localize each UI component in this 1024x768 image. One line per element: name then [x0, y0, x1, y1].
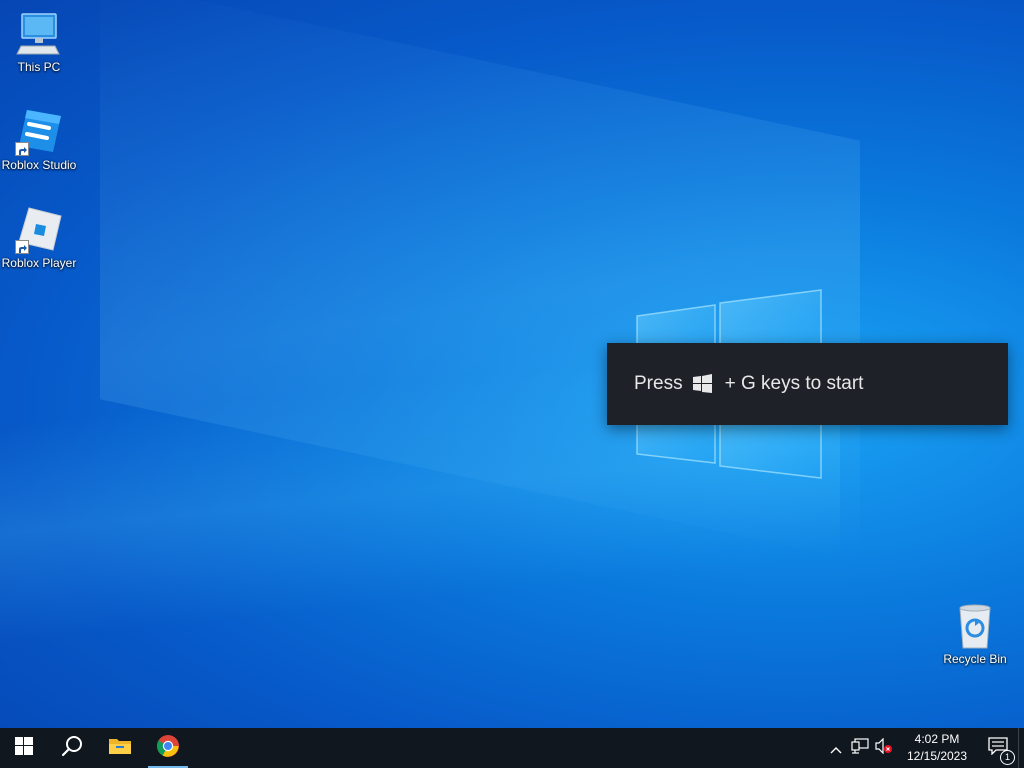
toast-press-text: Press: [634, 373, 683, 394]
toast-instruction-text: + G keys to start: [724, 373, 864, 394]
desktop-icon-label: Roblox Player: [1, 256, 77, 270]
roblox-player-icon: [15, 206, 63, 254]
network-icon: [851, 738, 869, 758]
volume-button[interactable]: [872, 728, 896, 768]
clock-time: 4:02 PM: [914, 732, 960, 746]
notifications-button[interactable]: 1: [978, 728, 1018, 768]
clock-button[interactable]: 4:02 PM 12/15/2023: [896, 731, 978, 765]
show-desktop-button[interactable]: [1018, 728, 1024, 768]
search-button[interactable]: [48, 728, 96, 768]
clock-date: 12/15/2023: [906, 749, 968, 763]
game-bar-toast: Press + G keys to start: [607, 343, 1008, 425]
desktop-icon-roblox-player[interactable]: Roblox Player: [0, 206, 79, 270]
shortcut-arrow-icon: [15, 240, 29, 254]
roblox-studio-icon: [15, 108, 63, 156]
chrome-icon: [156, 734, 180, 762]
desktop: This PC Roblox Studio Roblox Player Recy…: [0, 0, 1024, 728]
desktop-icon-recycle-bin[interactable]: Recycle Bin: [935, 602, 1015, 666]
recycle-bin-icon: [951, 602, 999, 650]
show-hidden-icons-button[interactable]: [824, 728, 848, 768]
shortcut-arrow-icon: [15, 142, 29, 156]
chevron-up-icon: [830, 739, 842, 758]
notification-count-badge: 1: [1000, 750, 1015, 765]
network-button[interactable]: [848, 728, 872, 768]
start-button[interactable]: [0, 728, 48, 768]
search-icon: [61, 735, 83, 761]
system-tray: 4:02 PM 12/15/2023 1: [824, 728, 1024, 768]
chrome-taskbar-button[interactable]: [144, 728, 192, 768]
desktop-icon-roblox-studio[interactable]: Roblox Studio: [0, 108, 79, 172]
file-explorer-button[interactable]: [96, 728, 144, 768]
start-icon: [15, 737, 33, 759]
desktop-icon-this-pc[interactable]: This PC: [0, 10, 79, 74]
volume-muted-icon: [875, 737, 893, 758]
desktop-icon-label: This PC: [17, 60, 61, 74]
taskbar: 4:02 PM 12/15/2023 1: [0, 728, 1024, 768]
desktop-icon-label: Recycle Bin: [943, 652, 1007, 666]
file-explorer-icon: [108, 736, 132, 760]
desktop-icon-label: Roblox Studio: [1, 158, 77, 172]
monitor-icon: [15, 10, 63, 58]
windows-key-icon: [692, 374, 713, 394]
